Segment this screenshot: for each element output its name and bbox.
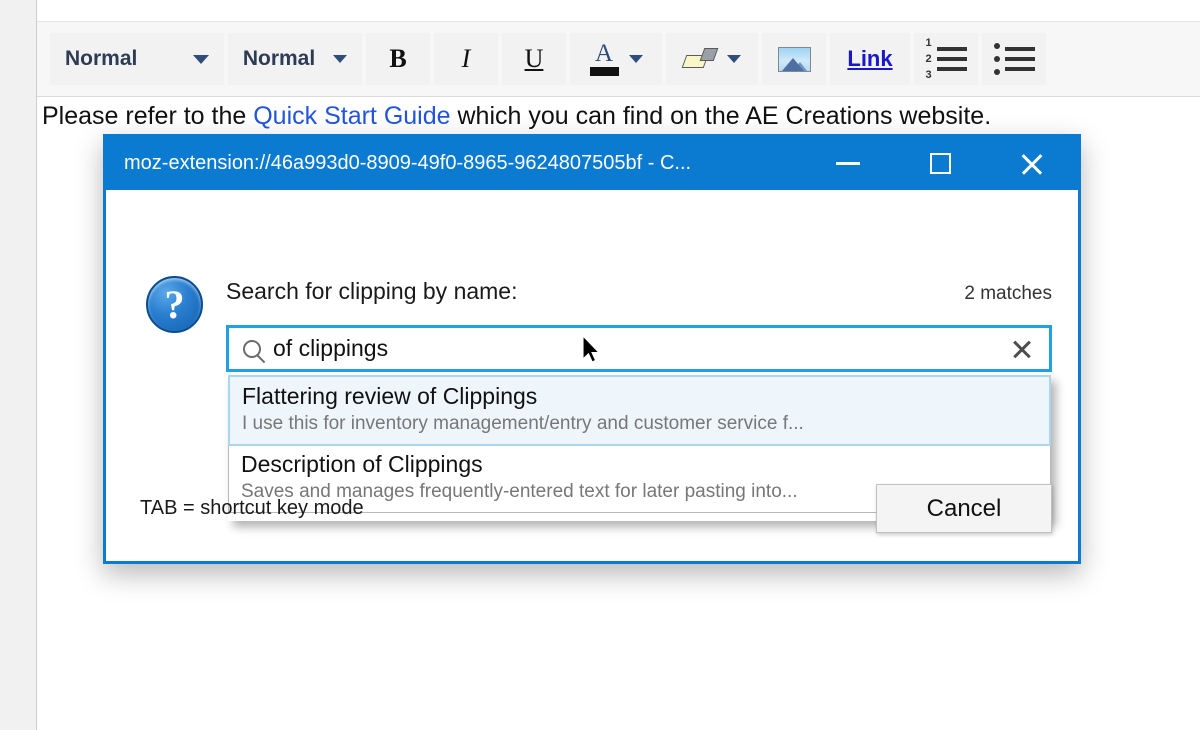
numbered-list-icon: 123 <box>925 38 966 81</box>
help-icon-glyph: ? <box>165 285 185 325</box>
dialog-body: ? Search for clipping by name: 2 matches… <box>106 190 1078 561</box>
text-color-letter: A <box>595 42 613 66</box>
clear-search-button[interactable] <box>1011 338 1033 360</box>
suggestion-description: I use this for inventory management/entr… <box>242 412 1037 436</box>
close-icon <box>1019 151 1045 177</box>
bold-button[interactable]: B <box>366 33 430 85</box>
bold-icon: B <box>389 44 406 74</box>
suggestion-title: Flattering review of Clippings <box>242 383 1037 410</box>
link-label: Link <box>847 46 892 72</box>
search-field-label: Search for clipping by name: <box>226 278 518 305</box>
text-color-button[interactable]: A <box>570 33 662 85</box>
chevron-down-icon <box>333 55 347 63</box>
close-button[interactable] <box>986 137 1078 190</box>
minimize-button[interactable] <box>802 137 894 190</box>
quick-start-guide-link[interactable]: Quick Start Guide <box>253 102 450 130</box>
text-color-swatch <box>590 67 619 76</box>
cancel-button[interactable]: Cancel <box>876 484 1052 533</box>
image-icon <box>778 47 811 72</box>
underline-button[interactable]: U <box>502 33 566 85</box>
maximize-button[interactable] <box>894 137 986 190</box>
underline-icon: U <box>525 44 544 74</box>
help-question-icon: ? <box>146 276 203 333</box>
document-paragraph: Please refer to the Quick Start Guide wh… <box>38 98 1200 131</box>
suggestion-title: Description of Clippings <box>241 451 1038 478</box>
font-family-label: Normal <box>243 47 315 71</box>
editor-toolbar: Normal Normal B I U A <box>37 22 1200 97</box>
bulleted-list-button[interactable] <box>982 33 1046 85</box>
list-item[interactable]: Flattering review of Clippings I use thi… <box>228 375 1051 446</box>
paragraph-format-label: Normal <box>65 47 137 71</box>
search-input-value: of clippings <box>273 335 1011 362</box>
chevron-down-icon[interactable] <box>629 55 643 63</box>
text-color-icon: A <box>590 42 619 76</box>
search-field-header: Search for clipping by name: 2 matches <box>226 278 1052 305</box>
italic-icon: I <box>462 44 471 74</box>
document-text-suffix: which you can find on the AE Creations w… <box>451 102 992 130</box>
match-count-label: 2 matches <box>964 283 1052 305</box>
search-input[interactable]: of clippings <box>226 325 1052 372</box>
highlight-color-button[interactable] <box>666 33 758 85</box>
paragraph-format-dropdown[interactable]: Normal <box>50 33 224 85</box>
search-icon <box>243 340 261 358</box>
clipping-search-dialog: moz-extension://46a993d0-8909-49f0-8965-… <box>103 134 1081 564</box>
chevron-down-icon[interactable] <box>727 55 741 63</box>
chevron-down-icon <box>193 55 209 64</box>
insert-link-button[interactable]: Link <box>830 33 910 85</box>
numbered-list-button[interactable]: 123 <box>914 33 978 85</box>
insert-image-button[interactable] <box>762 33 826 85</box>
dialog-title: moz-extension://46a993d0-8909-49f0-8965-… <box>106 152 802 175</box>
editor-left-gutter <box>0 0 37 730</box>
screen-root: Normal Normal B I U A <box>0 0 1200 730</box>
minimize-icon <box>836 162 860 165</box>
document-text-prefix: Please refer to the <box>42 102 253 130</box>
font-family-dropdown[interactable]: Normal <box>228 33 362 85</box>
dialog-footer: TAB = shortcut key mode Cancel <box>132 484 1052 533</box>
maximize-icon <box>930 153 951 174</box>
cancel-button-label: Cancel <box>927 495 1002 523</box>
bulleted-list-icon <box>994 43 1035 75</box>
highlighter-icon <box>683 46 717 72</box>
dialog-titlebar[interactable]: moz-extension://46a993d0-8909-49f0-8965-… <box>106 137 1078 190</box>
editor-top-strip <box>0 0 1200 22</box>
italic-button[interactable]: I <box>434 33 498 85</box>
shortcut-hint-label: TAB = shortcut key mode <box>132 497 364 520</box>
